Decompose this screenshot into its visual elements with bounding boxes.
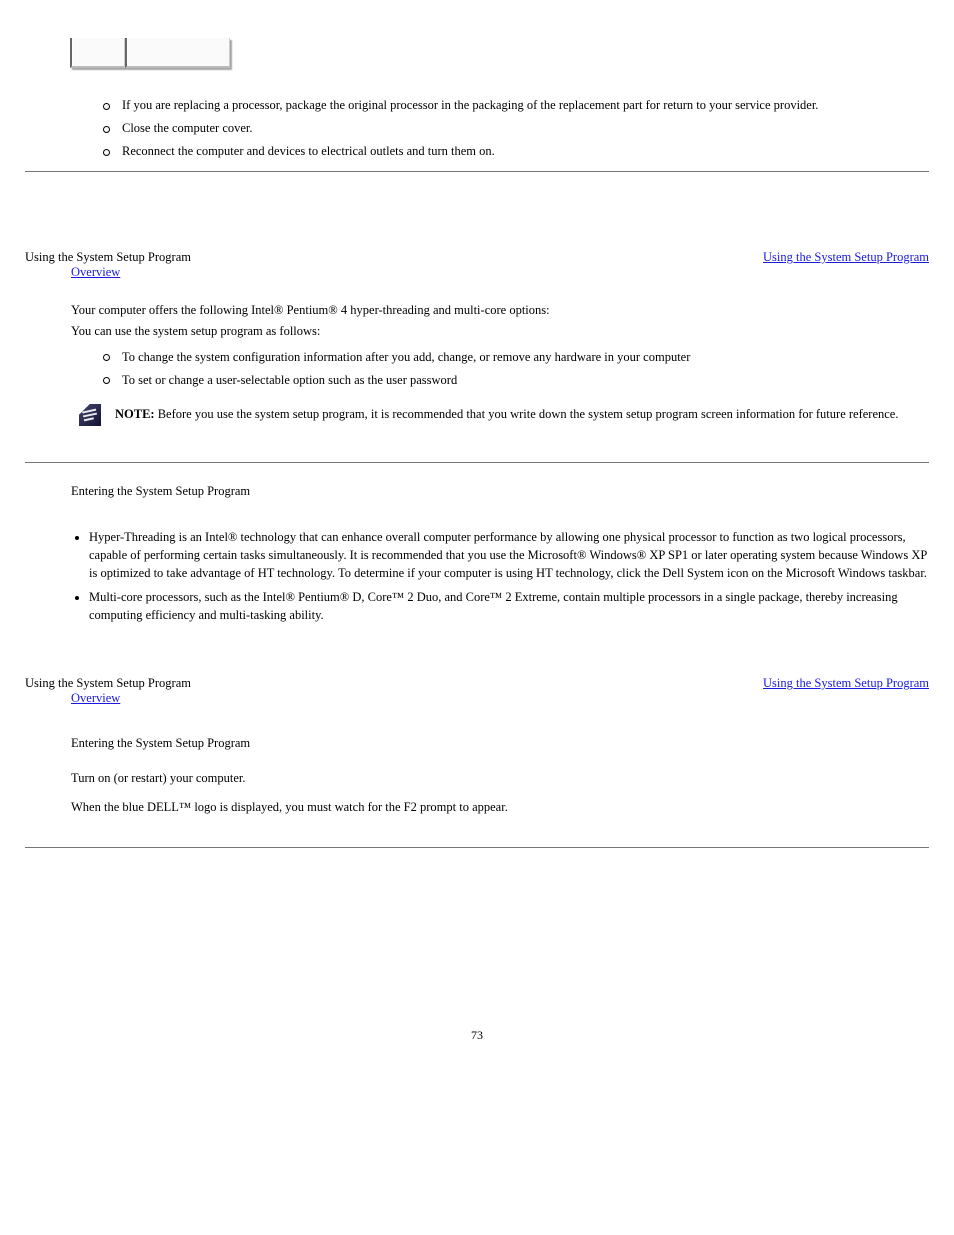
intro-text: Using the System Setup Program bbox=[25, 250, 191, 265]
system-setup-intro-row: Using the System Setup Program Using the… bbox=[25, 250, 929, 265]
list-item: Hyper-Threading is an Intel® technology … bbox=[89, 528, 929, 582]
top-cells-table bbox=[70, 38, 230, 68]
section1-body: Your computer offers the following Intel… bbox=[71, 302, 929, 340]
list-item: Multi-core processors, such as the Intel… bbox=[89, 588, 929, 624]
list-item: To change the system configuration infor… bbox=[103, 350, 929, 365]
post-replace-steps: If you are replacing a processor, packag… bbox=[103, 98, 929, 159]
step-line: When the blue DELL™ logo is displayed, y… bbox=[71, 800, 929, 815]
page-number: 73 bbox=[25, 1028, 929, 1043]
section2-lead-text: Entering the System Setup Program bbox=[71, 484, 250, 498]
body-text: Your computer offers the following Intel… bbox=[71, 302, 929, 319]
setup-uses-list: To change the system configuration infor… bbox=[103, 350, 929, 388]
top-cell-right bbox=[125, 38, 230, 68]
overview-link[interactable]: Overview bbox=[71, 265, 120, 280]
note-icon bbox=[79, 404, 101, 426]
step-title: Entering the System Setup Program bbox=[71, 736, 929, 751]
body-text: You can use the system setup program as … bbox=[71, 323, 929, 340]
list-item: If you are replacing a processor, packag… bbox=[103, 98, 929, 113]
system-setup-intro-row-2: Using the System Setup Program Using the… bbox=[25, 676, 929, 691]
overview-link-2[interactable]: Overview bbox=[71, 691, 120, 706]
step-line: Turn on (or restart) your computer. bbox=[71, 771, 929, 786]
note-block: NOTE: Before you use the system setup pr… bbox=[79, 404, 929, 426]
note-label: NOTE: bbox=[115, 407, 155, 421]
list-item: Reconnect the computer and devices to el… bbox=[103, 144, 929, 159]
top-cell-left bbox=[70, 38, 125, 68]
list-item: Close the computer cover. bbox=[103, 121, 929, 136]
note-text: NOTE: Before you use the system setup pr… bbox=[115, 407, 898, 422]
system-setup-link[interactable]: Using the System Setup Program bbox=[763, 250, 929, 265]
enter-setup-steps: Entering the System Setup Program Turn o… bbox=[71, 736, 929, 815]
list-item: To set or change a user-selectable optio… bbox=[103, 373, 929, 388]
section2-lead: Entering the System Setup Program bbox=[71, 483, 929, 500]
system-setup-link-2[interactable]: Using the System Setup Program bbox=[763, 676, 929, 691]
intro-text-2: Using the System Setup Program bbox=[25, 676, 191, 691]
tech-options-list: Hyper-Threading is an Intel® technology … bbox=[49, 528, 929, 625]
